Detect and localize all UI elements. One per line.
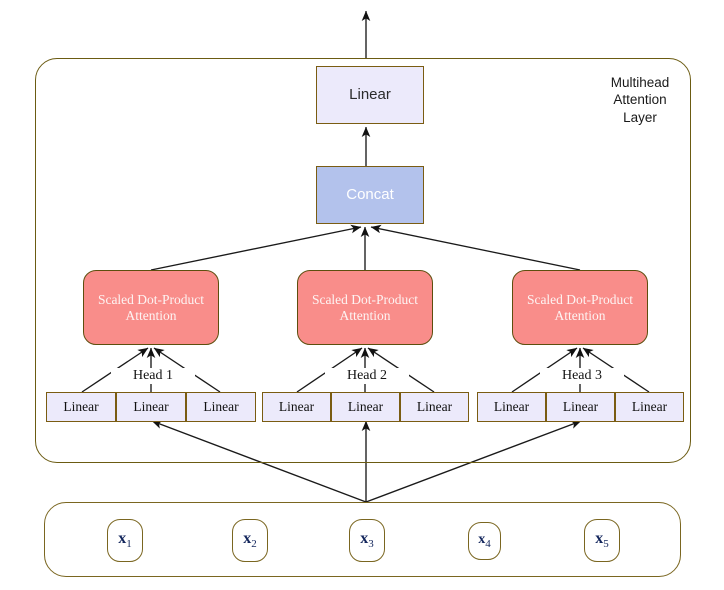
attention-label-1: Scaled Dot-Product Attention <box>98 292 204 324</box>
head3-linear-key-label: Linear <box>562 399 599 415</box>
head2-linear-key-label: Linear <box>347 399 384 415</box>
head1-linear-key-label: Linear <box>133 399 169 415</box>
head1-linear-query[interactable]: Linear <box>46 392 116 422</box>
head2-linear-query-label: Linear <box>278 399 315 415</box>
diagram-canvas: Multihead Attention Layer Linear Concat … <box>0 0 724 590</box>
attention-label-1-line1: Scaled Dot-Product <box>97 291 205 307</box>
head2-linear-query[interactable]: Linear <box>262 392 331 422</box>
input-token-1-subscript: 1 <box>126 538 132 551</box>
head3-linear-value[interactable]: Linear <box>615 392 684 422</box>
head1-linear-query-label: Linear <box>63 399 99 415</box>
scaled-dot-product-attention-block-2[interactable]: Scaled Dot-Product Attention <box>297 270 433 345</box>
layer-caption: Multihead Attention Layer <box>610 75 670 125</box>
input-token-5[interactable]: x5 <box>584 519 620 562</box>
output-linear-label: Linear <box>349 86 391 104</box>
attention-label-1-line2: Attention <box>125 307 177 323</box>
head-label-1: Head 1 <box>111 368 195 384</box>
input-token-4-subscript: 4 <box>485 537 491 550</box>
attention-label-3-line2: Attention <box>554 307 606 323</box>
input-token-1[interactable]: x1 <box>107 519 143 562</box>
attention-label-2-line2: Attention <box>339 307 391 323</box>
head3-linear-key[interactable]: Linear <box>546 392 615 422</box>
head3-linear-value-label: Linear <box>631 399 668 415</box>
head3-linear-query-label: Linear <box>493 399 530 415</box>
head2-linear-value-label: Linear <box>416 399 453 415</box>
input-token-4[interactable]: x4 <box>468 522 501 560</box>
input-token-3[interactable]: x3 <box>349 519 385 562</box>
input-token-2-subscript: 2 <box>251 538 257 551</box>
attention-label-2-line1: Scaled Dot-Product <box>311 291 419 307</box>
concat-block[interactable]: Concat <box>316 166 424 224</box>
input-token-2[interactable]: x2 <box>232 519 268 562</box>
head-label-2: Head 2 <box>325 368 409 384</box>
input-token-4-label: x4 <box>478 532 491 551</box>
input-token-1-label: x1 <box>118 530 132 551</box>
concat-label: Concat <box>346 186 394 204</box>
head1-linear-value-label: Linear <box>203 399 239 415</box>
output-linear-block[interactable]: Linear <box>316 66 424 124</box>
head1-linear-key[interactable]: Linear <box>116 392 186 422</box>
input-token-5-label: x5 <box>595 530 609 551</box>
head2-linear-key[interactable]: Linear <box>331 392 400 422</box>
head3-linear-query[interactable]: Linear <box>477 392 546 422</box>
attention-label-3-line1: Scaled Dot-Product <box>526 291 634 307</box>
attention-label-2: Scaled Dot-Product Attention <box>312 292 418 324</box>
scaled-dot-product-attention-block-3[interactable]: Scaled Dot-Product Attention <box>512 270 648 345</box>
scaled-dot-product-attention-block-1[interactable]: Scaled Dot-Product Attention <box>83 270 219 345</box>
attention-label-3: Scaled Dot-Product Attention <box>527 292 633 324</box>
head2-linear-value[interactable]: Linear <box>400 392 469 422</box>
head1-linear-value[interactable]: Linear <box>186 392 256 422</box>
input-token-3-subscript: 3 <box>368 538 374 551</box>
head-label-3: Head 3 <box>540 368 624 384</box>
input-token-5-subscript: 5 <box>603 538 609 551</box>
input-token-2-label: x2 <box>243 530 257 551</box>
input-token-3-label: x3 <box>360 530 374 551</box>
